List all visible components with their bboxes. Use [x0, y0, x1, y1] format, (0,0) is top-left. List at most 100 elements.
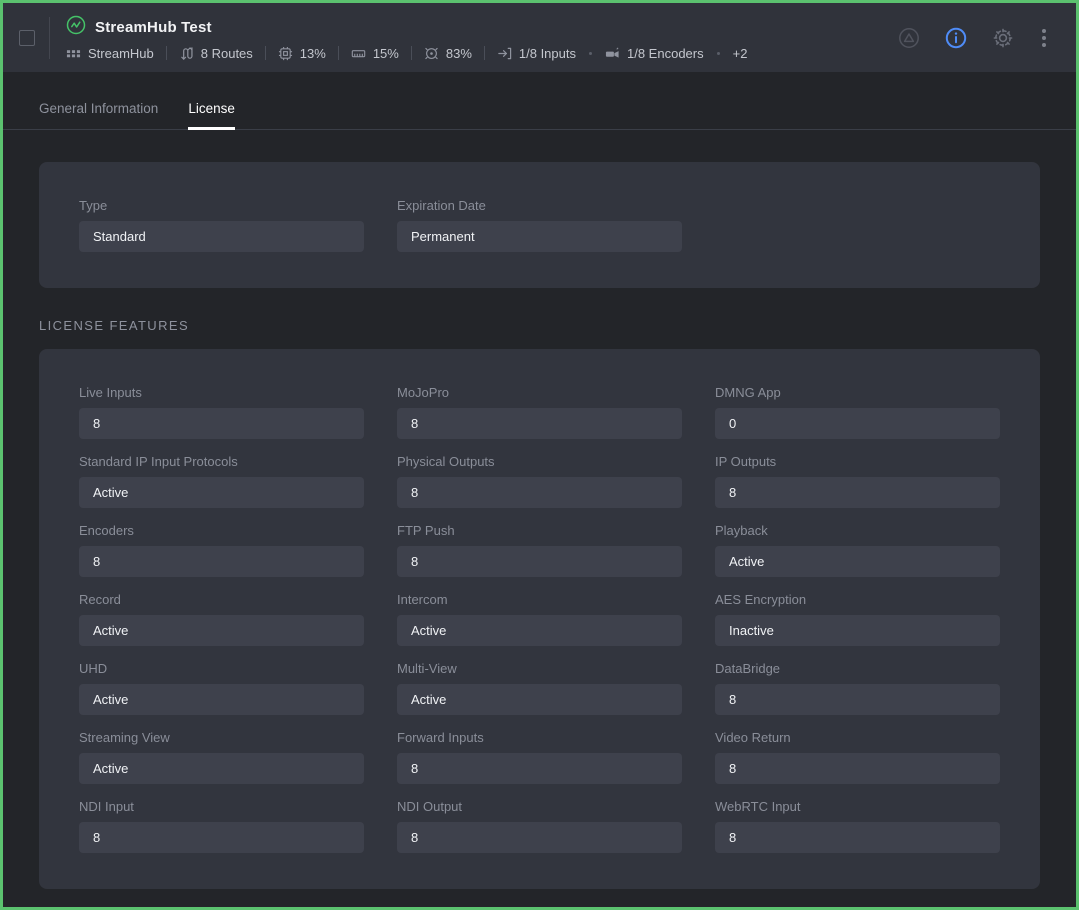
license-info-panel: Type Standard Expiration Date Permanent — [39, 162, 1040, 288]
alert-triangle-icon — [897, 26, 921, 50]
feature-label: AES Encryption — [715, 592, 1000, 607]
license-info-cell: Expiration Date Permanent — [397, 198, 682, 252]
feature-field[interactable]: 8 — [397, 477, 682, 508]
feature-cell: WebRTC Input 8 — [715, 799, 1000, 853]
feature-field[interactable]: 8 — [397, 546, 682, 577]
gear-icon — [991, 26, 1015, 50]
feature-field[interactable]: Active — [79, 684, 364, 715]
feature-cell: Forward Inputs 8 — [397, 730, 682, 784]
stat-memory-label: 15% — [373, 46, 399, 61]
more-menu-button[interactable] — [1038, 27, 1050, 49]
feature-label: Standard IP Input Protocols — [79, 454, 364, 469]
license-info-cell: Type Standard — [79, 198, 364, 252]
license-type-field[interactable]: Standard — [79, 221, 364, 252]
feature-cell: UHD Active — [79, 661, 364, 715]
feature-cell: Multi-View Active — [397, 661, 682, 715]
feature-cell: MoJoPro 8 — [397, 385, 682, 439]
stat-separator — [338, 46, 339, 60]
stat-more[interactable]: +2 — [733, 46, 748, 61]
license-tab-content: Type Standard Expiration Date Permanent … — [3, 130, 1076, 910]
feature-field[interactable]: Active — [79, 615, 364, 646]
page-title: StreamHub Test — [95, 19, 212, 36]
info-icon — [944, 26, 968, 50]
stat-more-label: +2 — [733, 46, 748, 61]
expiration-date-field[interactable]: Permanent — [397, 221, 682, 252]
feature-label: Record — [79, 592, 364, 607]
license-features-grid: Live Inputs 8 MoJoPro 8 DMNG App 0 Stand… — [79, 385, 1000, 853]
feature-label: Live Inputs — [79, 385, 364, 400]
feature-field[interactable]: 0 — [715, 408, 1000, 439]
title-block: StreamHub Test StreamHub — [66, 15, 747, 61]
stat-cpu-label: 13% — [300, 46, 326, 61]
tab-license[interactable]: License — [188, 88, 235, 129]
feature-field[interactable]: 8 — [397, 753, 682, 784]
feature-label: Multi-View — [397, 661, 682, 676]
feature-cell: Streaming View Active — [79, 730, 364, 784]
feature-cell: Standard IP Input Protocols Active — [79, 454, 364, 508]
feature-cell: DMNG App 0 — [715, 385, 1000, 439]
feature-field[interactable]: 8 — [715, 477, 1000, 508]
feature-label: Playback — [715, 523, 1000, 538]
input-icon — [497, 46, 512, 61]
kebab-dot — [1042, 43, 1046, 47]
feature-label: MoJoPro — [397, 385, 682, 400]
stat-product-label: StreamHub — [88, 46, 154, 61]
feature-field[interactable]: 8 — [715, 684, 1000, 715]
feature-cell: FTP Push 8 — [397, 523, 682, 577]
stat-product: StreamHub — [66, 46, 154, 61]
empty-cell — [715, 198, 1000, 252]
feature-field[interactable]: 8 — [397, 408, 682, 439]
feature-label: NDI Output — [397, 799, 682, 814]
header-divider — [49, 17, 50, 59]
feature-field[interactable]: Active — [397, 684, 682, 715]
stat-fan: 83% — [424, 46, 472, 61]
stat-encoders-label: 1/8 Encoders — [627, 46, 704, 61]
feature-cell: Video Return 8 — [715, 730, 1000, 784]
memory-icon — [351, 46, 366, 61]
kebab-dot — [1042, 36, 1046, 40]
stat-fan-label: 83% — [446, 46, 472, 61]
feature-field[interactable]: Active — [79, 477, 364, 508]
feature-cell: Physical Outputs 8 — [397, 454, 682, 508]
feature-field[interactable]: Active — [79, 753, 364, 784]
stat-inputs: 1/8 Inputs — [497, 46, 576, 61]
feature-field[interactable]: 8 — [79, 408, 364, 439]
feature-field[interactable]: 8 — [79, 822, 364, 853]
header: StreamHub Test StreamHub — [3, 3, 1076, 72]
device-stats-row: StreamHub 8 Routes — [66, 46, 747, 61]
feature-cell: IP Outputs 8 — [715, 454, 1000, 508]
feature-cell: Encoders 8 — [79, 523, 364, 577]
feature-field[interactable]: Active — [715, 546, 1000, 577]
select-device-checkbox[interactable] — [19, 30, 35, 46]
feature-field[interactable]: 8 — [715, 822, 1000, 853]
feature-label: IP Outputs — [715, 454, 1000, 469]
feature-label: Intercom — [397, 592, 682, 607]
stat-memory: 15% — [351, 46, 399, 61]
field-label: Type — [79, 198, 364, 213]
info-button[interactable] — [944, 26, 968, 50]
stat-separator — [411, 46, 412, 60]
feature-label: UHD — [79, 661, 364, 676]
settings-button[interactable] — [991, 26, 1015, 50]
feature-cell: Intercom Active — [397, 592, 682, 646]
feature-label: Video Return — [715, 730, 1000, 745]
feature-field[interactable]: 8 — [715, 753, 1000, 784]
feature-cell: Live Inputs 8 — [79, 385, 364, 439]
feature-label: DataBridge — [715, 661, 1000, 676]
feature-field[interactable]: Inactive — [715, 615, 1000, 646]
feature-label: FTP Push — [397, 523, 682, 538]
alerts-button[interactable] — [897, 26, 921, 50]
feature-field[interactable]: Active — [397, 615, 682, 646]
stat-inputs-label: 1/8 Inputs — [519, 46, 576, 61]
feature-label: Streaming View — [79, 730, 364, 745]
kebab-dot — [1042, 29, 1046, 33]
stat-encoders: 1/8 Encoders — [605, 46, 704, 61]
feature-label: Physical Outputs — [397, 454, 682, 469]
tab-general-information[interactable]: General Information — [39, 88, 158, 129]
grid-icon — [66, 46, 81, 61]
encoder-icon — [605, 46, 620, 61]
feature-field[interactable]: 8 — [397, 822, 682, 853]
feature-field[interactable]: 8 — [79, 546, 364, 577]
device-detail-window: StreamHub Test StreamHub — [0, 0, 1079, 910]
device-status-icon — [66, 15, 86, 40]
